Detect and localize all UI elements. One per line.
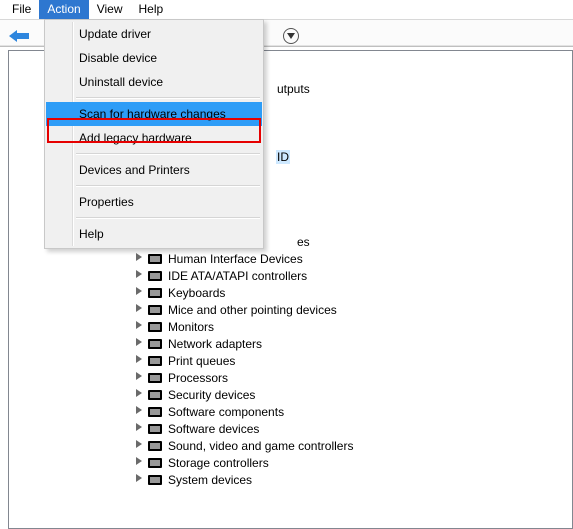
tree-item-label: IDE ATA/ATAPI controllers (167, 269, 308, 283)
network-icon (147, 336, 163, 352)
cpu-icon (147, 370, 163, 386)
tree-item-partial-selected[interactable]: ID (276, 148, 290, 165)
hid-icon (147, 251, 163, 267)
menu-view[interactable]: View (89, 0, 131, 19)
expand-chevron-icon[interactable] (133, 321, 145, 332)
tree-item[interactable]: Monitors (133, 318, 572, 335)
tree-item-label: Sound, video and game controllers (167, 439, 354, 453)
tree-item[interactable]: Keyboards (133, 284, 572, 301)
sound-icon (147, 438, 163, 454)
tree-item[interactable]: Software components (133, 403, 572, 420)
expand-chevron-icon[interactable] (133, 423, 145, 434)
menu-properties[interactable]: Properties (46, 190, 262, 214)
tree-item-label: Mice and other pointing devices (167, 303, 338, 317)
expand-chevron-icon[interactable] (133, 389, 145, 400)
tree-item-label: ID (276, 150, 290, 164)
tree-item[interactable]: Human Interface Devices (133, 250, 572, 267)
menu-help[interactable]: Help (46, 222, 262, 246)
tree-item[interactable]: Print queues (133, 352, 572, 369)
menu-file[interactable]: File (4, 0, 39, 19)
tree-item[interactable]: System devices (133, 471, 572, 488)
menu-disable-device[interactable]: Disable device (46, 46, 262, 70)
tree-item-label: Monitors (167, 320, 215, 334)
expand-chevron-icon[interactable] (133, 253, 145, 264)
tree-item[interactable]: Software devices (133, 420, 572, 437)
arrow-left-icon (9, 29, 31, 43)
menu-update-driver[interactable]: Update driver (46, 22, 262, 46)
expand-chevron-icon[interactable] (133, 355, 145, 366)
menu-add-legacy[interactable]: Add legacy hardware (46, 126, 262, 150)
tree-item-label: Storage controllers (167, 456, 270, 470)
action-menu: Update driver Disable device Uninstall d… (44, 19, 264, 249)
tree-item-label: System devices (167, 473, 253, 487)
tree-item-label: Processors (167, 371, 229, 385)
mouse-icon (147, 302, 163, 318)
menu-separator (76, 97, 260, 99)
tree-item-partial[interactable]: utputs (276, 80, 311, 97)
nav-back-button[interactable] (8, 27, 32, 45)
menu-help[interactable]: Help (131, 0, 172, 19)
dropdown-arrow-icon (283, 28, 299, 44)
menu-devices-printers[interactable]: Devices and Printers (46, 158, 262, 182)
tree-item[interactable]: Security devices (133, 386, 572, 403)
tree-item-label: Human Interface Devices (167, 252, 304, 266)
menu-scan-hardware[interactable]: Scan for hardware changes (46, 102, 262, 126)
tree-item-partial[interactable]: es (296, 233, 311, 250)
expand-chevron-icon[interactable] (133, 440, 145, 451)
system-icon (147, 472, 163, 488)
security-icon (147, 387, 163, 403)
expand-chevron-icon[interactable] (133, 406, 145, 417)
menu-separator (76, 217, 260, 219)
tree-item-label: Software devices (167, 422, 260, 436)
tree-item-label: Software components (167, 405, 285, 419)
tree-item[interactable]: IDE ATA/ATAPI controllers (133, 267, 572, 284)
menu-uninstall-device[interactable]: Uninstall device (46, 70, 262, 94)
menu-separator (76, 185, 260, 187)
software-comp-icon (147, 404, 163, 420)
tree-item-label: Network adapters (167, 337, 263, 351)
tree-item-label: es (296, 235, 311, 249)
ide-icon (147, 268, 163, 284)
expand-chevron-icon[interactable] (133, 338, 145, 349)
tree-item[interactable]: Sound, video and game controllers (133, 437, 572, 454)
tree-item-label: Keyboards (167, 286, 226, 300)
tree-item[interactable]: Processors (133, 369, 572, 386)
software-dev-icon (147, 421, 163, 437)
expand-chevron-icon[interactable] (133, 457, 145, 468)
expand-chevron-icon[interactable] (133, 372, 145, 383)
tree-item-label: utputs (276, 82, 311, 96)
menubar: File Action View Help (0, 0, 573, 20)
tree-item[interactable]: Network adapters (133, 335, 572, 352)
menu-action[interactable]: Action (39, 0, 88, 19)
monitor-icon (147, 319, 163, 335)
keyboard-icon (147, 285, 163, 301)
tree-item[interactable]: Storage controllers (133, 454, 572, 471)
printer-icon (147, 353, 163, 369)
tree-item-label: Security devices (167, 388, 256, 402)
expand-chevron-icon[interactable] (133, 287, 145, 298)
expand-chevron-icon[interactable] (133, 304, 145, 315)
expand-chevron-icon[interactable] (133, 270, 145, 281)
tree-item[interactable]: Mice and other pointing devices (133, 301, 572, 318)
storage-icon (147, 455, 163, 471)
device-tree: Human Interface Devices IDE ATA/ATAPI con… (133, 250, 572, 488)
expand-chevron-icon[interactable] (133, 474, 145, 485)
tree-item-label: Print queues (167, 354, 236, 368)
menu-separator (76, 153, 260, 155)
